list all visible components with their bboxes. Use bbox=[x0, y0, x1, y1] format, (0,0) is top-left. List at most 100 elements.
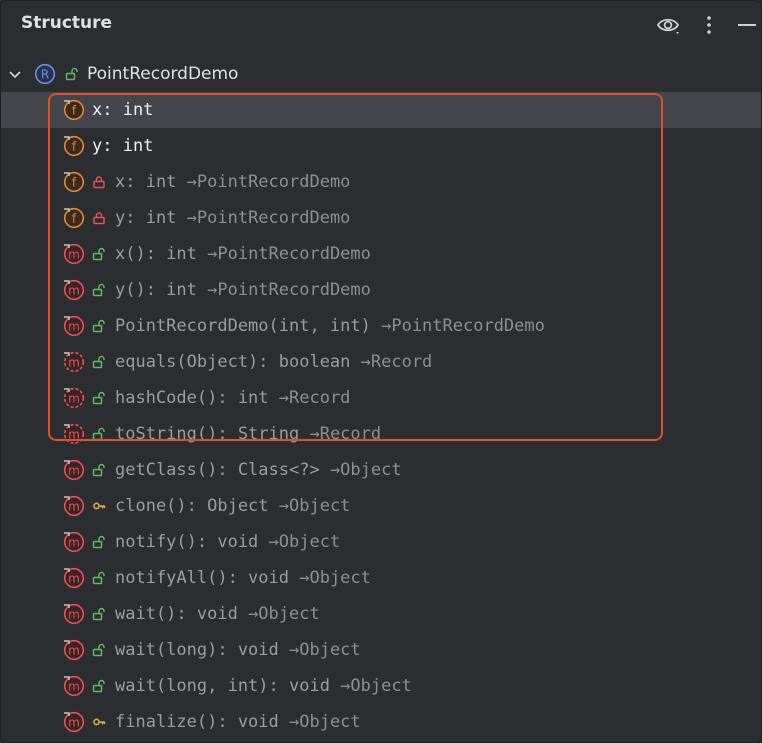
chevron-down-icon[interactable] bbox=[7, 66, 23, 82]
method-icon: m bbox=[63, 243, 85, 265]
tree-item-label: notifyAll(): void →Object bbox=[115, 567, 371, 589]
declaring-type: →Object bbox=[329, 460, 402, 480]
member-signature: y: int bbox=[92, 136, 154, 156]
declaring-type: →Object bbox=[278, 496, 351, 516]
eye-icon[interactable] bbox=[656, 13, 680, 37]
declaring-type: →PointRecordDemo bbox=[207, 244, 371, 264]
tree-item-label: getClass(): Class<?> →Object bbox=[115, 459, 402, 481]
declaring-type: →Object bbox=[299, 568, 371, 588]
svg-text:m: m bbox=[68, 320, 80, 334]
svg-text:m: m bbox=[68, 428, 80, 442]
tree-item-row[interactable]: m hashCode(): int →Record bbox=[1, 380, 761, 416]
tree-item-label: PointRecordDemo(int, int) →PointRecordDe… bbox=[115, 315, 545, 337]
unlock-icon bbox=[92, 427, 105, 441]
svg-text:m: m bbox=[68, 716, 80, 730]
lock-icon bbox=[93, 212, 105, 225]
tree-item-label: y: int bbox=[92, 135, 153, 157]
tree-item-label: hashCode(): int →Record bbox=[115, 387, 350, 409]
unlock-icon bbox=[92, 463, 105, 477]
method-icon: m bbox=[63, 351, 85, 373]
minimize-icon[interactable] bbox=[735, 13, 759, 37]
member-signature: equals(Object): boolean bbox=[115, 352, 361, 372]
more-vertical-icon[interactable] bbox=[697, 13, 721, 37]
tree-item-row[interactable]: m notifyAll(): void →Object bbox=[1, 560, 761, 596]
member-signature: toString(): String bbox=[115, 424, 310, 444]
panel-header: Structure bbox=[1, 1, 761, 49]
declaring-type: →Record bbox=[309, 424, 382, 444]
root-label: PointRecordDemo bbox=[87, 63, 238, 85]
method-icon: m bbox=[63, 423, 85, 445]
member-signature: notify(): void bbox=[115, 532, 269, 552]
tree-item-label: finalize(): void →Object bbox=[115, 711, 361, 733]
member-signature: y(): int bbox=[115, 280, 208, 300]
member-signature: x(): int bbox=[115, 244, 208, 264]
tree-item-row[interactable]: m equals(Object): boolean →Record bbox=[1, 344, 761, 380]
tree-item-label: wait(long, int): void →Object bbox=[115, 675, 412, 697]
record-icon: R bbox=[34, 63, 56, 85]
member-signature: PointRecordDemo(int, int) bbox=[115, 316, 382, 336]
declaring-type: →Object bbox=[268, 532, 341, 552]
member-signature: y: int bbox=[115, 208, 187, 228]
member-signature: hashCode(): int bbox=[115, 388, 279, 408]
method-icon: m bbox=[63, 315, 85, 337]
method-icon: m bbox=[63, 459, 85, 481]
method-icon: m bbox=[63, 675, 85, 697]
declaring-type: →PointRecordDemo bbox=[186, 208, 351, 228]
key-icon bbox=[93, 502, 106, 510]
tree-item-row[interactable]: m PointRecordDemo(int, int) →PointRecordD… bbox=[1, 308, 761, 344]
tree-item-row[interactable]: m x(): int →PointRecordDemo bbox=[1, 236, 761, 272]
svg-text:m: m bbox=[68, 644, 80, 658]
unlock-icon bbox=[65, 67, 78, 81]
method-icon: m bbox=[63, 387, 85, 409]
tree-item-label: clone(): Object →Object bbox=[115, 495, 350, 517]
method-icon: m bbox=[63, 711, 85, 733]
field-icon: f bbox=[63, 171, 85, 193]
tree-item-row[interactable]: m clone(): Object →Object bbox=[1, 488, 761, 524]
tree-item-label: equals(Object): boolean →Record bbox=[115, 351, 432, 373]
declaring-type: →Object bbox=[289, 640, 361, 660]
unlock-icon bbox=[92, 535, 105, 549]
tree-item-row[interactable]: m notify(): void →Object bbox=[1, 524, 761, 560]
unlock-icon bbox=[92, 355, 105, 369]
tree-item-label: y(): int →PointRecordDemo bbox=[115, 279, 371, 301]
tree-item-label: y: int →PointRecordDemo bbox=[115, 207, 350, 229]
svg-text:m: m bbox=[68, 248, 80, 262]
tree-root-row[interactable]: R PointRecordDemo bbox=[1, 56, 761, 92]
key-icon bbox=[93, 718, 106, 726]
member-signature: clone(): Object bbox=[115, 496, 279, 516]
tree-item-row[interactable]: m finalize(): void →Object bbox=[1, 704, 761, 740]
field-icon: f bbox=[63, 135, 85, 157]
unlock-icon bbox=[92, 643, 105, 657]
svg-text:m: m bbox=[68, 680, 80, 694]
svg-text:m: m bbox=[68, 392, 80, 406]
tree-item-row[interactable]: m wait(long, int): void →Object bbox=[1, 668, 761, 704]
tree-item-label: wait(long): void →Object bbox=[115, 639, 361, 661]
tree-item-row[interactable]: m wait(long): void →Object bbox=[1, 632, 761, 668]
svg-text:m: m bbox=[68, 572, 80, 586]
svg-text:m: m bbox=[68, 464, 80, 478]
tree-item-row[interactable]: f y: int →PointRecordDemo bbox=[1, 200, 761, 236]
unlock-icon bbox=[92, 391, 105, 405]
tree-item-label: wait(): void →Object bbox=[115, 603, 320, 625]
method-icon: m bbox=[63, 495, 85, 517]
tree-item-row[interactable]: f x: int →PointRecordDemo bbox=[1, 164, 761, 200]
tree-item-row[interactable]: m y(): int →PointRecordDemo bbox=[1, 272, 761, 308]
member-signature: wait(long): void bbox=[115, 640, 289, 660]
tree-item-row[interactable]: m wait(): void →Object bbox=[1, 596, 761, 632]
declaring-type: →Object bbox=[340, 676, 412, 696]
unlock-icon bbox=[92, 247, 105, 261]
tree-item-row[interactable]: m getClass(): Class<?> →Object bbox=[1, 452, 761, 488]
field-icon: f bbox=[63, 207, 85, 229]
member-signature: notifyAll(): void bbox=[115, 568, 300, 588]
tree-item-row[interactable]: m toString(): String →Record bbox=[1, 416, 761, 452]
method-icon: m bbox=[63, 639, 85, 661]
tree-item-row[interactable]: f y: int bbox=[1, 128, 761, 164]
member-signature: finalize(): void bbox=[115, 712, 289, 732]
lock-icon bbox=[93, 176, 105, 189]
declaring-type: →PointRecordDemo bbox=[381, 316, 545, 336]
tree-item-row[interactable]: f x: int bbox=[1, 92, 761, 128]
declaring-type: →Record bbox=[278, 388, 351, 408]
declaring-type: →PointRecordDemo bbox=[186, 172, 351, 192]
svg-text:m: m bbox=[68, 500, 80, 514]
svg-text:m: m bbox=[68, 608, 80, 622]
